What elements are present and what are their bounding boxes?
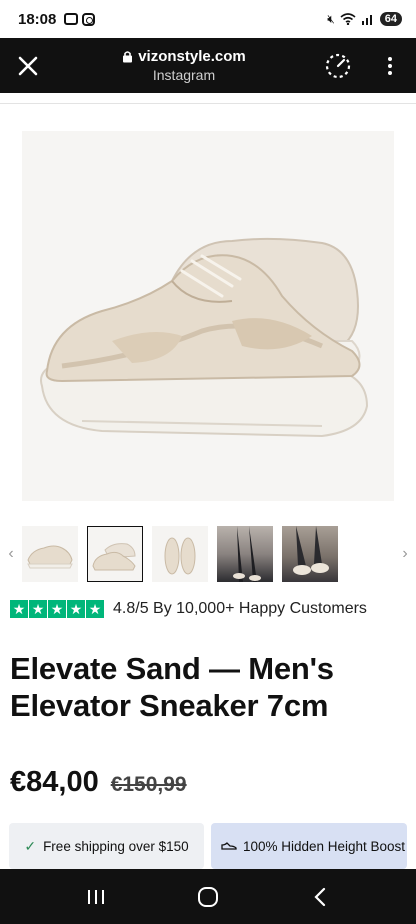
thumbnail-2[interactable] [87, 526, 143, 582]
product-main-image[interactable] [0, 93, 416, 513]
sneaker-thumb-image [92, 543, 136, 571]
recent-apps-button[interactable] [66, 877, 126, 917]
url-block[interactable]: vizonstyle.com Instagram [56, 48, 312, 83]
height-boost-badge: 100% Hidden Height Boost [211, 823, 407, 869]
model-thumb-image [233, 526, 261, 582]
thumbnail-gallery: ‹ › [0, 525, 416, 583]
lock-icon [123, 51, 133, 63]
instagram-icon [82, 12, 96, 26]
sneaker-thumb-image [27, 545, 73, 569]
screenshot-icon [64, 13, 79, 25]
star-icon: ★ [10, 600, 28, 618]
height-boost-text: 100% Hidden Height Boost [242, 838, 406, 854]
status-bar: 18:08 🔇︎ 64 [0, 0, 416, 38]
more-vertical-icon [388, 56, 392, 75]
thumbnail-3[interactable] [152, 526, 208, 582]
shoe-icon [221, 842, 237, 850]
sneaker-thumb-image [164, 537, 196, 575]
rating-text: 4.8/5 By 10,000+ Happy Customers [113, 600, 367, 617]
compare-at-price: €150,99 [110, 773, 187, 796]
chevron-right-icon: › [402, 545, 408, 562]
thumbnail-1[interactable] [22, 526, 78, 582]
check-icon: ✓ [24, 837, 37, 854]
chevron-left-icon: ‹ [8, 545, 14, 562]
more-options-button[interactable] [364, 38, 416, 93]
page-domain: vizonstyle.com [138, 48, 246, 65]
shipping-text: Free shipping over $150 [43, 838, 189, 854]
in-app-browser-header: vizonstyle.com Instagram [0, 38, 416, 93]
recent-apps-icon [88, 889, 104, 904]
thumbnail-5[interactable] [282, 526, 338, 582]
wifi-icon [340, 13, 356, 25]
model-thumb-image [293, 526, 329, 575]
page-load-button[interactable] [312, 38, 364, 93]
close-icon [18, 56, 38, 75]
star-icon: ★ [48, 600, 66, 618]
star-rating: ★ ★ ★ ★ ★ [10, 600, 104, 618]
loading-timer-icon [325, 53, 351, 78]
gallery-prev-button[interactable]: ‹ [0, 525, 22, 583]
star-icon: ★ [86, 600, 104, 618]
free-shipping-badge: ✓ Free shipping over $150 [9, 823, 204, 869]
star-icon: ★ [29, 600, 47, 618]
star-icon: ★ [67, 600, 85, 618]
rating-summary: ★ ★ ★ ★ ★ 4.8/5 By 10,000+ Happy Custome… [10, 598, 367, 620]
mute-icon: 🔇︎ [327, 11, 335, 26]
back-icon [314, 887, 326, 906]
signal-icon [361, 15, 372, 25]
product-title: Elevate Sand — Men's Elevator Sneaker 7c… [10, 651, 334, 723]
sneaker-illustration [40, 237, 369, 438]
thumbnail-4[interactable] [217, 526, 273, 582]
source-app-label: Instagram [152, 67, 216, 83]
status-time: 18:08 [18, 10, 57, 28]
close-button[interactable] [0, 38, 56, 93]
gallery-next-button[interactable]: › [394, 525, 416, 583]
sale-price: €84,00 [10, 766, 99, 798]
sneaker-photo [22, 131, 394, 501]
system-navigation-bar [0, 869, 416, 924]
divider [0, 103, 416, 104]
home-button[interactable] [178, 877, 238, 917]
back-button[interactable] [290, 877, 350, 917]
home-icon [198, 886, 218, 907]
battery-indicator: 64 [379, 12, 402, 26]
price-row: €84,00 €150,99 [10, 766, 187, 799]
